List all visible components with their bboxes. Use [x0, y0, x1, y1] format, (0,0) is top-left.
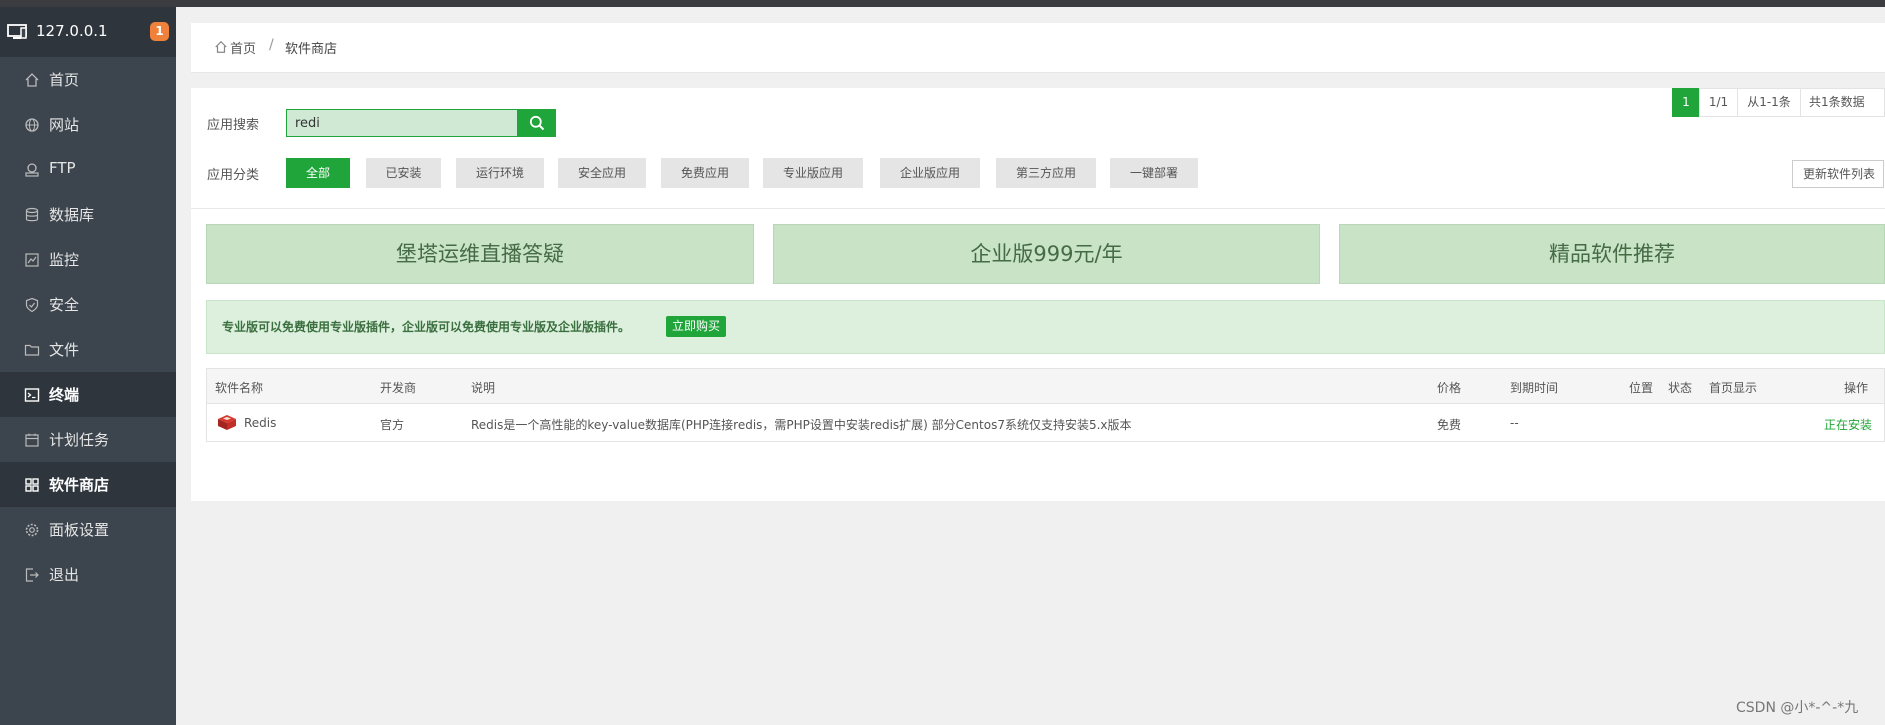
sidebar-item-cron[interactable]: 计划任务 [0, 417, 176, 462]
category-enterprise[interactable]: 企业版应用 [880, 158, 980, 188]
sidebar-item-logout[interactable]: 退出 [0, 552, 176, 597]
banner-recommended-software[interactable]: 精品软件推荐 [1339, 224, 1885, 284]
grid-icon [25, 478, 39, 492]
globe-icon [25, 118, 39, 132]
software-name[interactable]: Redis [244, 416, 276, 430]
sidebar-item-label: 退出 [49, 566, 80, 584]
page-range: 从1-1条 [1737, 88, 1801, 117]
sidebar-item-label: 监控 [49, 251, 80, 269]
software-store-panel: 应用搜索 应用分类 全部 已安装 运行环境 安全应用 免费应用 专业版应用 企业… [191, 88, 1885, 501]
watermark: CSDN @小*-^-*九 [1736, 700, 1859, 716]
buy-now-button[interactable]: 立即购买 [666, 316, 726, 337]
sidebar-item-label: 网站 [49, 116, 80, 134]
sidebar-item-website[interactable]: 网站 [0, 102, 176, 147]
sidebar-item-label: 文件 [49, 341, 80, 359]
page-count: 1/1 [1699, 88, 1738, 117]
home-icon[interactable] [214, 40, 228, 54]
installing-action[interactable]: 正在安装 [1824, 416, 1872, 433]
sidebar-item-security[interactable]: 安全 [0, 282, 176, 327]
banner-enterprise-offer[interactable]: 企业版999元/年 [773, 224, 1320, 284]
software-price: 免费 [1437, 418, 1462, 432]
notification-badge[interactable]: 1 [150, 22, 169, 41]
sidebar-item-label: FTP [49, 159, 76, 177]
col-name: 软件名称 [215, 381, 264, 395]
category-free[interactable]: 免费应用 [661, 158, 749, 188]
divider [191, 208, 1885, 209]
software-developer: 官方 [380, 418, 405, 432]
category-installed[interactable]: 已安装 [366, 158, 441, 188]
software-table: 软件名称 开发商 说明 价格 到期时间 位置 状态 首页显示 操作 Redis … [206, 368, 1885, 442]
sidebar-item-files[interactable]: 文件 [0, 327, 176, 372]
sidebar-item-label: 软件商店 [49, 476, 110, 494]
col-status: 状态 [1668, 381, 1693, 395]
database-icon [25, 207, 39, 222]
sidebar-header[interactable]: 127.0.0.1 1 [0, 7, 176, 57]
notice-text: 专业版可以免费使用专业版插件，企业版可以免费使用专业版及企业版插件。 [222, 320, 631, 334]
sidebar-item-label: 计划任务 [49, 431, 110, 449]
sidebar-item-label: 数据库 [49, 206, 95, 224]
sidebar-item-software-store[interactable]: 软件商店 [0, 462, 176, 507]
folder-icon [24, 344, 40, 356]
breadcrumb-separator: / [269, 37, 274, 53]
col-home-display: 首页显示 [1709, 381, 1758, 395]
monitor-icon [7, 24, 27, 44]
sidebar-item-label: 安全 [49, 296, 80, 314]
col-action: 操作 [1844, 381, 1869, 395]
category-all[interactable]: 全部 [286, 158, 350, 188]
sidebar-item-ftp[interactable]: FTP [0, 147, 176, 192]
sidebar-item-label: 终端 [49, 386, 80, 404]
home-icon [25, 73, 39, 87]
sidebar: 127.0.0.1 1 首页 网站 FTP 数据库 监控 安全 文件 终端 计划… [0, 7, 176, 725]
category-third-party[interactable]: 第三方应用 [996, 158, 1096, 188]
col-price: 价格 [1437, 381, 1462, 395]
page-total: 共1条数据 [1800, 88, 1885, 117]
calendar-icon [25, 433, 39, 447]
software-description: Redis是一个高性能的key-value数据库(PHP连接redis，需PHP… [471, 418, 1132, 432]
banner-live-qa[interactable]: 堡塔运维直播答疑 [206, 224, 754, 284]
sidebar-item-terminal[interactable]: 终端 [0, 372, 176, 417]
category-security[interactable]: 安全应用 [558, 158, 646, 188]
server-ip: 127.0.0.1 [36, 22, 108, 40]
category-label: 应用分类 [207, 168, 260, 183]
sidebar-item-label: 面板设置 [49, 521, 110, 539]
sidebar-item-monitor[interactable]: 监控 [0, 237, 176, 282]
sidebar-item-home[interactable]: 首页 [0, 57, 176, 102]
col-description: 说明 [471, 381, 496, 395]
col-expire: 到期时间 [1510, 381, 1559, 395]
search-input[interactable] [286, 109, 518, 137]
shield-icon [25, 297, 39, 313]
sidebar-item-database[interactable]: 数据库 [0, 192, 176, 237]
search-button[interactable] [518, 109, 556, 137]
page-current[interactable]: 1 [1672, 88, 1700, 117]
redis-icon [218, 415, 236, 430]
category-one-click-deploy[interactable]: 一键部署 [1110, 158, 1198, 188]
col-developer: 开发商 [380, 381, 417, 395]
sidebar-item-label: 首页 [49, 71, 80, 89]
col-position: 位置 [1629, 381, 1654, 395]
breadcrumb: 首页 / 软件商店 [191, 23, 1885, 73]
logout-icon [25, 568, 39, 582]
gear-icon [25, 523, 39, 537]
table-header: 软件名称 开发商 说明 价格 到期时间 位置 状态 首页显示 操作 [207, 369, 1884, 404]
search-icon [529, 115, 545, 131]
pro-notice: 专业版可以免费使用专业版插件，企业版可以免费使用专业版及企业版插件。 立即购买 [206, 300, 1885, 354]
top-bar [0, 0, 1885, 7]
software-expire: -- [1510, 416, 1519, 430]
terminal-icon [24, 388, 40, 402]
search-label: 应用搜索 [207, 118, 260, 133]
breadcrumb-current: 软件商店 [285, 42, 338, 57]
ftp-icon [25, 163, 39, 177]
breadcrumb-home-link[interactable]: 首页 [230, 38, 256, 57]
category-pro[interactable]: 专业版应用 [763, 158, 863, 188]
refresh-list-button[interactable]: 更新软件列表 [1792, 160, 1884, 188]
sidebar-item-settings[interactable]: 面板设置 [0, 507, 176, 552]
monitor-chart-icon [25, 253, 39, 267]
category-runtime[interactable]: 运行环境 [456, 158, 544, 188]
